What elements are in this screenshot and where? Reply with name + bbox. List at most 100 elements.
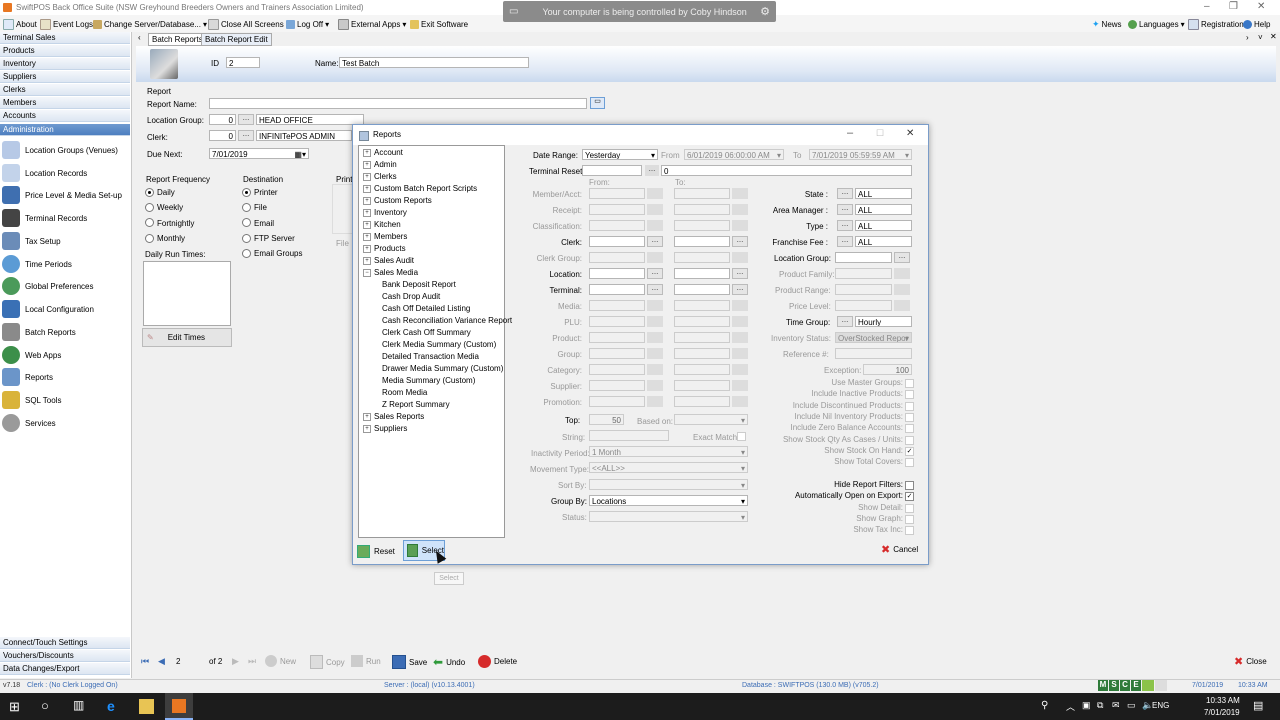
previous-record-icon[interactable]: ◀ (158, 656, 165, 667)
tab-batch-report-edit[interactable]: Batch Report Edit (201, 33, 272, 46)
language-indicator[interactable]: ENG (1152, 701, 1169, 710)
tree-node[interactable]: + Account (363, 148, 403, 157)
delete-button[interactable]: Delete (478, 655, 517, 668)
tab-scroll-right-icon[interactable]: › (1246, 33, 1249, 42)
menu-exit[interactable]: Exit Software (410, 18, 468, 30)
frequency-weekly-radio[interactable] (145, 203, 154, 212)
nav-item-location-records[interactable]: Location Records (0, 162, 130, 184)
frequency-daily-radio[interactable] (145, 188, 154, 197)
filter-to-lookup-button[interactable]: … (732, 268, 748, 279)
expand-icon[interactable]: + (363, 208, 371, 217)
time-group-field[interactable]: Hourly (855, 316, 912, 327)
expand-icon[interactable]: + (363, 184, 371, 193)
network-tray-icon[interactable]: ▭ (1127, 700, 1136, 711)
reset-button[interactable]: Reset (357, 541, 401, 561)
expand-icon[interactable]: + (363, 256, 371, 265)
menu-news[interactable]: ✦ News (1092, 18, 1122, 30)
menu-languages[interactable]: Languages ▾ (1128, 18, 1185, 30)
filter-to-field[interactable] (674, 284, 730, 295)
edit-times-button[interactable]: ✎ Edit Times (142, 328, 232, 347)
undo-button[interactable]: ⬅ Undo (433, 655, 465, 669)
filter-from-field[interactable] (589, 268, 645, 279)
search-icon[interactable]: ○ (41, 698, 49, 713)
tree-node[interactable]: + Inventory (363, 208, 407, 217)
tree-leaf[interactable]: Clerk Media Summary (Custom) (382, 340, 496, 349)
menu-external-apps[interactable]: External Apps ▾ (338, 18, 406, 30)
tab-menu-icon[interactable]: ˅ (1258, 33, 1263, 42)
clerk-number[interactable]: 0 (209, 130, 236, 141)
expand-icon[interactable]: + (363, 148, 371, 157)
nav-item-terminal-records[interactable]: Terminal Records (0, 207, 130, 229)
tree-node[interactable]: + Suppliers (363, 424, 407, 433)
tree-node[interactable]: + Sales Audit (363, 256, 414, 265)
right-filter-field[interactable]: ALL (855, 188, 912, 199)
right-filter-lookup-button[interactable]: … (837, 188, 853, 199)
nav-item-reports[interactable]: Reports (0, 366, 130, 388)
expand-icon[interactable]: + (363, 160, 371, 169)
filter-to-lookup-button[interactable]: … (732, 236, 748, 247)
menu-change-server[interactable]: Change Server/Database... ▾ (93, 18, 207, 30)
nav-item-global-preferences[interactable]: Global Preferences (0, 275, 130, 297)
menu-registration[interactable]: Registration (1188, 18, 1244, 30)
expand-icon[interactable]: + (363, 220, 371, 229)
tab-scroll-left-icon[interactable]: ‹ (138, 33, 141, 42)
due-next-field[interactable]: 7/01/2019 ▦▾ (209, 148, 309, 159)
nav-item-local-configuration[interactable]: Local Configuration (0, 298, 130, 320)
right-filter-field[interactable]: ALL (855, 220, 912, 231)
tree-node[interactable]: + Admin (363, 160, 397, 169)
destination-email-groups-radio[interactable] (242, 249, 251, 258)
tree-leaf[interactable]: Detailed Transaction Media (382, 352, 479, 361)
expand-icon[interactable]: + (363, 232, 371, 241)
right-filter-lookup-button[interactable]: … (837, 236, 853, 247)
edge-icon[interactable]: e (107, 698, 115, 714)
location-group-filter-lookup-button[interactable]: … (894, 252, 910, 263)
nav-section-data-changes[interactable]: Data Changes/Export (0, 663, 130, 675)
expand-icon[interactable]: + (363, 196, 371, 205)
id-field[interactable]: 2 (226, 57, 260, 68)
nav-item-services[interactable]: Services (0, 412, 130, 434)
menu-help[interactable]: Help (1243, 18, 1270, 30)
filter-from-lookup-button[interactable]: … (647, 268, 663, 279)
nav-section-accounts[interactable]: Accounts (0, 110, 130, 122)
right-filter-lookup-button[interactable]: … (837, 220, 853, 231)
destination-printer-radio[interactable] (242, 188, 251, 197)
nav-section-suppliers[interactable]: Suppliers (0, 71, 130, 83)
nav-section-products[interactable]: Products (0, 45, 130, 57)
right-filter-lookup-button[interactable]: … (837, 204, 853, 215)
right-filter-field[interactable]: ALL (855, 236, 912, 247)
minimize-button[interactable]: – (1204, 1, 1210, 12)
swiftpos-taskbar-button[interactable] (165, 693, 193, 720)
tree-node[interactable]: + Clerks (363, 172, 397, 181)
name-field[interactable]: Test Batch (339, 57, 529, 68)
save-button[interactable]: Save (392, 655, 427, 669)
filter-from-field[interactable] (589, 284, 645, 295)
nav-section-terminal-sales[interactable]: Terminal Sales (0, 32, 130, 44)
cancel-button[interactable]: ✖ Cancel (881, 543, 918, 556)
first-record-icon[interactable]: ⏮ (141, 656, 149, 667)
calendar-icon[interactable]: ▦▾ (294, 149, 306, 158)
tree-node[interactable]: + Kitchen (363, 220, 401, 229)
notifications-icon[interactable]: ▤ (1253, 699, 1263, 712)
tray-icon-1[interactable]: ▣ (1082, 700, 1091, 711)
date-range-select[interactable]: Yesterday ▾ (582, 149, 658, 160)
location-group-lookup-button[interactable]: … (238, 114, 254, 125)
option-checkbox[interactable] (905, 481, 914, 490)
expand-icon[interactable]: + (363, 244, 371, 253)
location-group-filter-field[interactable] (835, 252, 892, 263)
tree-leaf[interactable]: Bank Deposit Report (382, 280, 456, 289)
filter-from-lookup-button[interactable]: … (647, 236, 663, 247)
filter-to-field[interactable] (674, 236, 730, 247)
taskbar-date[interactable]: 7/01/2019 (1204, 708, 1240, 717)
frequency-fortnightly-radio[interactable] (145, 218, 154, 227)
filter-to-lookup-button[interactable]: … (732, 284, 748, 295)
report-name-field[interactable] (209, 98, 587, 109)
tree-node[interactable]: + Members (363, 232, 407, 241)
group-by-select[interactable]: Locations ▾ (589, 495, 748, 506)
daily-run-times-list[interactable] (143, 261, 231, 326)
terminal-reset-value[interactable]: 0 (661, 165, 912, 176)
destination-ftp-radio[interactable] (242, 234, 251, 243)
report-tree[interactable]: + Account + Admin + Clerks + Custom Batch Repor… (358, 145, 512, 538)
tray-icon-3[interactable]: ✉ (1112, 700, 1120, 711)
maximize-button[interactable]: ❐ (1229, 1, 1238, 12)
report-picker-button[interactable]: ▭ (590, 97, 605, 109)
